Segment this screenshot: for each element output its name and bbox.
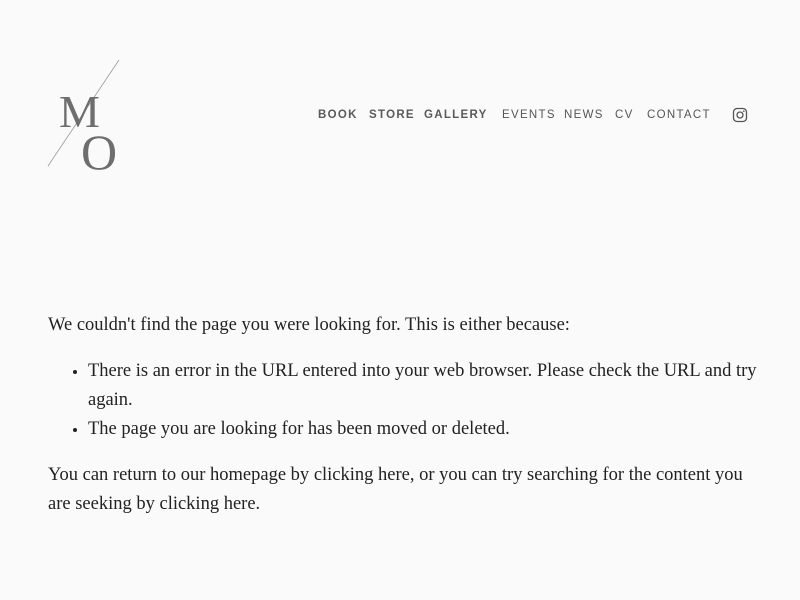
nav-item-events[interactable]: EVENTS — [502, 107, 556, 123]
site-header: M O BOOK STORE GALLERY EVENTS NEWS CV CO… — [0, 0, 800, 230]
nav-item-contact[interactable]: CONTACT — [647, 107, 711, 123]
error-content: We couldn't find the page you were looki… — [48, 311, 758, 519]
error-reason-url: There is an error in the URL entered int… — [88, 357, 758, 415]
error-reason-moved: The page you are looking for has been mo… — [88, 415, 758, 444]
search-link[interactable]: clicking here — [159, 494, 255, 514]
instagram-link[interactable] — [732, 107, 748, 123]
nav-item-cv[interactable]: CV — [615, 107, 634, 123]
nav-item-book[interactable]: BOOK — [318, 107, 358, 123]
error-reasons-list: There is an error in the URL entered int… — [48, 357, 758, 444]
nav-item-store[interactable]: STORE — [369, 107, 415, 123]
return-suffix: . — [255, 494, 261, 514]
return-message: You can return to our homepage by clicki… — [48, 461, 758, 519]
return-prefix: You can return to our homepage by — [48, 465, 314, 485]
instagram-icon — [732, 107, 748, 123]
mo-monogram-logo: M O — [47, 59, 120, 180]
error-intro: We couldn't find the page you were looki… — [48, 315, 570, 335]
site-logo[interactable]: M O — [44, 56, 128, 180]
logo-letter-o: O — [81, 124, 117, 174]
nav-item-news[interactable]: NEWS — [564, 107, 604, 123]
homepage-link[interactable]: clicking here — [314, 465, 410, 485]
nav-item-gallery[interactable]: GALLERY — [424, 107, 488, 123]
